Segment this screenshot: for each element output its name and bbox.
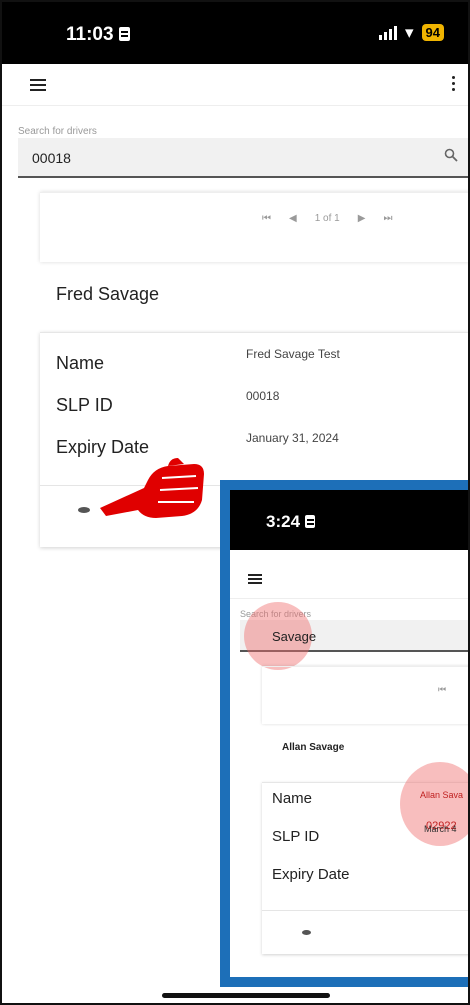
page-indicator: 1 of 1 xyxy=(314,213,340,224)
status-bar: 11:03 ▾ 94 xyxy=(2,2,468,64)
inset-slp-id-label: SLP ID xyxy=(272,828,320,845)
status-time-text: 11:03 xyxy=(66,24,114,45)
view-icon[interactable] xyxy=(78,507,90,513)
inset-view-icon[interactable] xyxy=(302,930,311,935)
inset-card-divider xyxy=(262,910,468,911)
wifi-icon: ▾ xyxy=(404,23,414,42)
inset-app-bar-divider xyxy=(230,598,468,599)
hamburger-menu-icon[interactable] xyxy=(30,79,46,91)
search-label: Search for drivers xyxy=(18,126,97,137)
name-label: Name xyxy=(56,353,105,373)
first-page-icon[interactable]: ⏮ xyxy=(262,213,271,224)
inset-status-bar: 3:24 xyxy=(230,490,468,550)
red-pointing-hand-icon xyxy=(100,458,204,518)
status-time: 11:03 xyxy=(66,24,130,46)
app-bar xyxy=(2,64,468,106)
inset-hamburger-menu-icon[interactable] xyxy=(248,574,262,584)
signal-icon xyxy=(378,25,397,40)
status-indicators: ▾ 94 xyxy=(378,23,444,42)
more-vertical-icon[interactable] xyxy=(450,76,456,94)
inset-status-time-text: 3:24 xyxy=(266,512,301,531)
inset-name-value: Allan Sava xyxy=(420,790,464,800)
name-value: Fred Savage Test xyxy=(246,347,340,361)
inset-screen: 3:24 Search for drivers Savage ⏮ Allan S… xyxy=(230,490,468,977)
inset-first-page-icon[interactable]: ⏮ xyxy=(438,684,446,695)
sim-card-icon xyxy=(118,27,130,41)
search-icon[interactable] xyxy=(444,148,458,162)
home-indicator xyxy=(162,993,330,998)
inset-sim-card-icon xyxy=(305,515,316,528)
battery-indicator: 94 xyxy=(421,24,444,41)
inset-status-time: 3:24 xyxy=(266,512,316,532)
inset-expiry-date-label: Expiry Date xyxy=(272,866,350,883)
expiry-date-value: January 31, 2024 xyxy=(246,431,339,445)
slp-id-value: 00018 xyxy=(246,389,280,403)
pagination-card: ⏮ ◀ 1 of 1 ▶ ⏭ xyxy=(40,192,468,262)
inset-name-label: Name xyxy=(272,790,313,807)
phone-screen: 11:03 ▾ 94 Search for drivers 00018 ⏮ ◀ … xyxy=(0,0,470,1005)
inset-search-value: Savage xyxy=(272,629,317,644)
search-input-value: 00018 xyxy=(32,150,71,166)
last-page-icon[interactable]: ⏭ xyxy=(383,213,392,224)
prev-page-icon[interactable]: ◀ xyxy=(289,213,297,224)
slp-id-label: SLP ID xyxy=(56,395,113,415)
driver-card-title: Fred Savage xyxy=(56,284,160,304)
search-input[interactable]: 00018 xyxy=(18,138,468,178)
next-page-icon[interactable]: ▶ xyxy=(358,213,366,224)
pagination-controls: ⏮ ◀ 1 of 1 ▶ ⏭ xyxy=(262,213,392,224)
inset-expiry-date-value: March 4 xyxy=(424,824,457,834)
inset-pagination-card xyxy=(262,666,468,724)
inset-driver-card-title: Allan Savage xyxy=(282,742,345,753)
inset-screenshot: 3:24 Search for drivers Savage ⏮ Allan S… xyxy=(220,480,468,987)
